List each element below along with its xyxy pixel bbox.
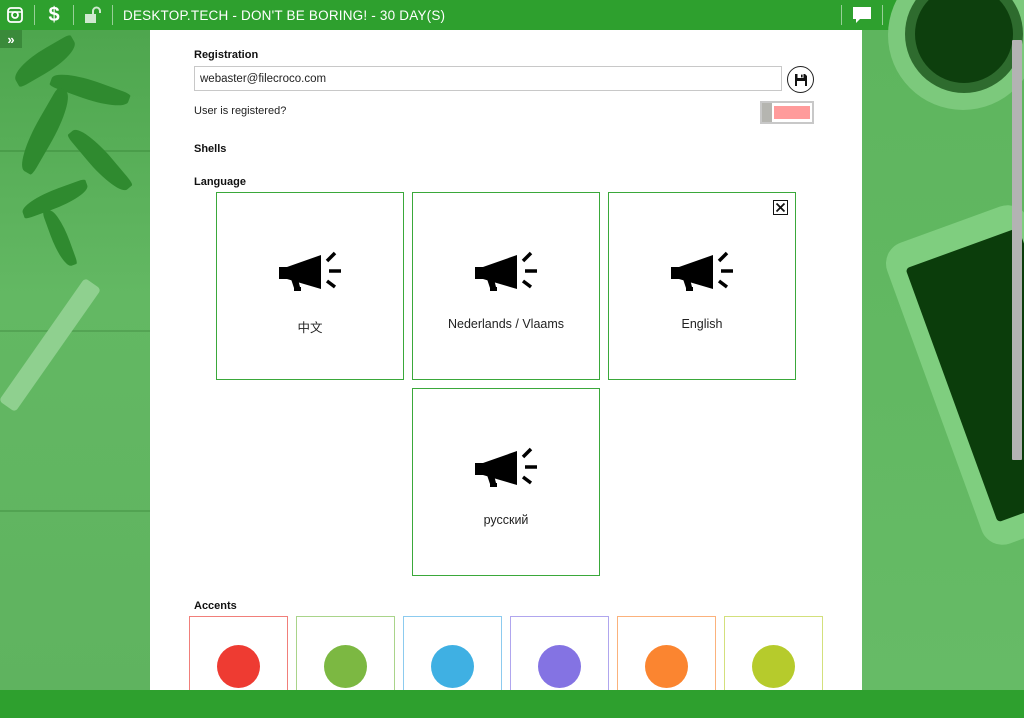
language-tile-russian[interactable]: русский	[412, 388, 600, 576]
bottom-bar	[0, 690, 1024, 718]
shells-heading: Shells	[194, 143, 227, 155]
user-registered-label: User is registered?	[194, 105, 287, 117]
plank-line	[0, 330, 150, 332]
megaphone-icon	[475, 447, 537, 487]
plank-line	[0, 150, 150, 152]
accent-tile-purple[interactable]	[510, 616, 609, 690]
language-label: русский	[483, 513, 529, 527]
title-separator	[882, 5, 883, 25]
plant-leaf	[42, 207, 78, 269]
accent-tile-blue[interactable]	[403, 616, 502, 690]
window-title: DESKTOP.TECH - DON'T BE BORING! - 30 DAY…	[123, 7, 446, 23]
accent-tile-green[interactable]	[296, 616, 395, 690]
accent-tile-orange[interactable]	[617, 616, 716, 690]
language-tile-chinese[interactable]: 中文	[216, 192, 404, 380]
title-separator	[841, 5, 842, 25]
language-label: English	[681, 317, 723, 331]
email-field[interactable]	[194, 66, 782, 91]
unlock-icon[interactable]	[78, 0, 108, 30]
language-label: 中文	[297, 321, 323, 335]
title-separator	[73, 5, 74, 25]
accent-tile-red[interactable]	[189, 616, 288, 690]
chat-icon[interactable]	[846, 0, 878, 30]
language-label: Nederlands / Vlaams	[447, 317, 565, 331]
toggle-track	[774, 106, 810, 119]
accent-color-swatch	[752, 645, 795, 688]
expand-sidebar-button[interactable]: »	[0, 30, 22, 48]
selected-checkbox-icon[interactable]	[773, 200, 788, 215]
registered-toggle[interactable]	[760, 101, 814, 124]
accent-color-swatch	[324, 645, 367, 688]
registration-heading: Registration	[194, 49, 259, 61]
language-tile-dutch[interactable]: Nederlands / Vlaams	[412, 192, 600, 380]
scrollbar[interactable]	[1012, 40, 1022, 460]
plank-line	[0, 510, 150, 512]
toggle-knob	[762, 103, 772, 122]
plant-leaf	[12, 86, 78, 176]
language-heading: Language	[194, 176, 246, 188]
app-box-icon[interactable]	[0, 0, 30, 30]
pen-decoration	[0, 277, 102, 413]
title-separator	[34, 5, 35, 25]
language-tile-english[interactable]: English	[608, 192, 796, 380]
dollar-icon[interactable]: $	[39, 0, 69, 30]
megaphone-icon	[279, 251, 341, 291]
floppy-disk-icon	[794, 73, 807, 86]
megaphone-icon	[475, 251, 537, 291]
accent-color-swatch	[538, 645, 581, 688]
settings-panel: Registration User is registered? Shells …	[150, 30, 862, 690]
title-bar: $ DESKTOP.TECH - DON'T BE BORING! - 30 D…	[0, 0, 1024, 30]
accents-heading: Accents	[194, 600, 237, 612]
wood-background-left	[0, 30, 150, 690]
megaphone-icon	[671, 251, 733, 291]
save-button[interactable]	[787, 66, 814, 93]
accent-color-swatch	[431, 645, 474, 688]
accent-tile-lime[interactable]	[724, 616, 823, 690]
accent-color-swatch	[645, 645, 688, 688]
title-separator	[112, 5, 113, 25]
accent-color-swatch	[217, 645, 260, 688]
